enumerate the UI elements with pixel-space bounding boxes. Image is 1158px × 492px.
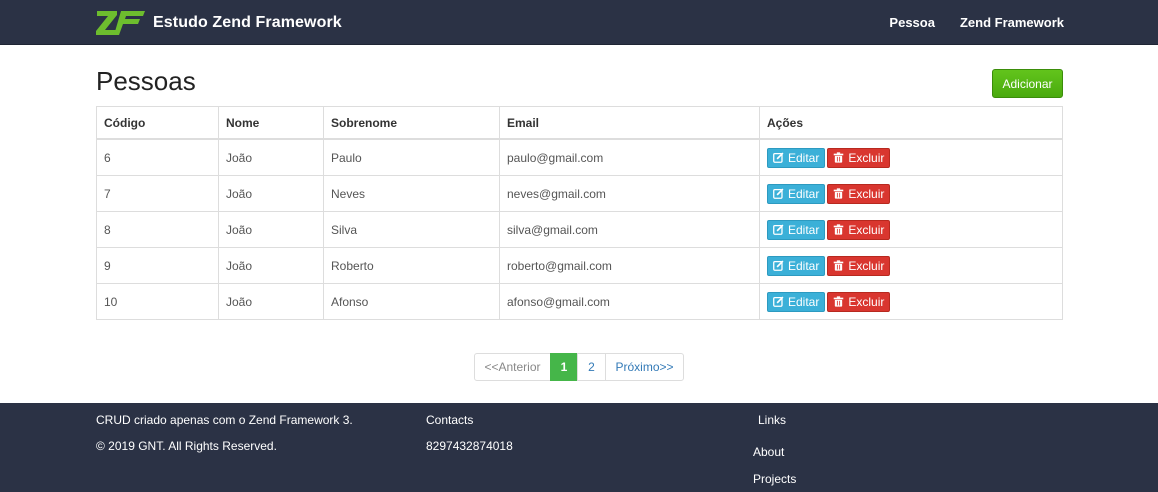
footer-contacts-title: Contacts [426,413,474,427]
edit-icon [773,224,784,235]
edit-icon [773,260,784,271]
cell-sobrenome: Neves [323,175,500,212]
edit-button[interactable]: Editar [767,147,826,168]
cell-actions: Editar Excluir [759,247,1063,284]
trash-icon [834,260,844,271]
delete-label: Excluir [848,294,885,309]
cell-sobrenome: Afonso [323,283,500,320]
column-header-codigo: Código [96,106,219,140]
nav-link-zend-framework[interactable]: Zend Framework [960,15,1064,30]
delete-button[interactable]: Excluir [827,255,891,276]
delete-label: Excluir [848,258,885,273]
brand[interactable]: Estudo Zend Framework [96,10,342,36]
trash-icon [834,188,844,199]
edit-button[interactable]: Editar [767,219,826,240]
cell-codigo: 6 [96,138,219,176]
delete-label: Excluir [848,186,885,201]
column-header-sobrenome: Sobrenome [323,106,500,140]
cell-email: paulo@gmail.com [499,138,760,176]
footer-links-title: Links [758,413,787,427]
cell-sobrenome: Paulo [323,138,500,176]
page-title: Pessoas [96,66,196,96]
edit-label: Editar [788,294,820,309]
pagination-previous[interactable]: <<Anterior [474,353,551,381]
cell-codigo: 9 [96,247,219,284]
add-button[interactable]: Adicionar [992,69,1063,98]
table-row: 6 João Paulo paulo@gmail.com Editar Excluir [96,138,1063,176]
pagination-next[interactable]: Próximo>> [605,353,684,381]
table-header-row: Código Nome Sobrenome Email Ações [96,106,1063,140]
cell-codigo: 10 [96,283,219,320]
delete-label: Excluir [848,150,885,165]
footer-copyright: © 2019 GNT. All Rights Reserved. [96,439,277,453]
pagination-page-1[interactable]: 1 [550,353,578,381]
pagination: <<Anterior 1 2 Próximo>> [474,353,684,381]
table-row: 8 João Silva silva@gmail.com Editar Excluir [96,211,1063,248]
edit-label: Editar [788,258,820,273]
nav-link-pessoa[interactable]: Pessoa [889,15,935,30]
cell-codigo: 8 [96,211,219,248]
edit-label: Editar [788,150,820,165]
footer-link-about[interactable]: About [753,445,784,459]
edit-button[interactable]: Editar [767,183,826,204]
cell-email: silva@gmail.com [499,211,760,248]
delete-button[interactable]: Excluir [827,183,891,204]
column-header-nome: Nome [218,106,324,140]
cell-nome: João [218,175,324,212]
nav-links: Pessoa Zend Framework [889,15,1064,30]
people-table: Código Nome Sobrenome Email Ações 6 João P… [96,106,1063,320]
cell-sobrenome: Silva [323,211,500,248]
cell-nome: João [218,138,324,176]
cell-nome: João [218,211,324,248]
delete-button[interactable]: Excluir [827,219,891,240]
cell-actions: Editar Excluir [759,283,1063,320]
pagination-page-2[interactable]: 2 [577,353,606,381]
trash-icon [834,152,844,163]
edit-icon [773,188,784,199]
cell-actions: Editar Excluir [759,211,1063,248]
top-navbar: Estudo Zend Framework Pessoa Zend Framew… [0,0,1158,45]
edit-label: Editar [788,222,820,237]
cell-nome: João [218,247,324,284]
footer-phone: 8297432874018 [426,439,513,453]
cell-nome: João [218,283,324,320]
trash-icon [834,224,844,235]
cell-actions: Editar Excluir [759,175,1063,212]
column-header-email: Email [499,106,760,140]
table-row: 9 João Roberto roberto@gmail.com Editar Exclu… [96,247,1063,284]
edit-label: Editar [788,186,820,201]
footer: CRUD criado apenas com o Zend Framework … [0,403,1158,492]
cell-sobrenome: Roberto [323,247,500,284]
delete-label: Excluir [848,222,885,237]
edit-icon [773,296,784,307]
brand-title: Estudo Zend Framework [153,14,342,31]
table-row: 10 João Afonso afonso@gmail.com Editar Exclui… [96,283,1063,320]
footer-about-text: CRUD criado apenas com o Zend Framework … [96,413,353,427]
edit-icon [773,152,784,163]
cell-email: afonso@gmail.com [499,283,760,320]
trash-icon [834,296,844,307]
cell-email: neves@gmail.com [499,175,760,212]
delete-button[interactable]: Excluir [827,291,891,312]
cell-codigo: 7 [96,175,219,212]
cell-actions: Editar Excluir [759,138,1063,176]
table-row: 7 João Neves neves@gmail.com Editar Excluir [96,175,1063,212]
edit-button[interactable]: Editar [767,291,826,312]
edit-button[interactable]: Editar [767,255,826,276]
footer-link-projects[interactable]: Projects [753,472,796,486]
zend-framework-logo [96,11,145,35]
cell-email: roberto@gmail.com [499,247,760,284]
column-header-acoes: Ações [759,106,1063,140]
delete-button[interactable]: Excluir [827,147,891,168]
